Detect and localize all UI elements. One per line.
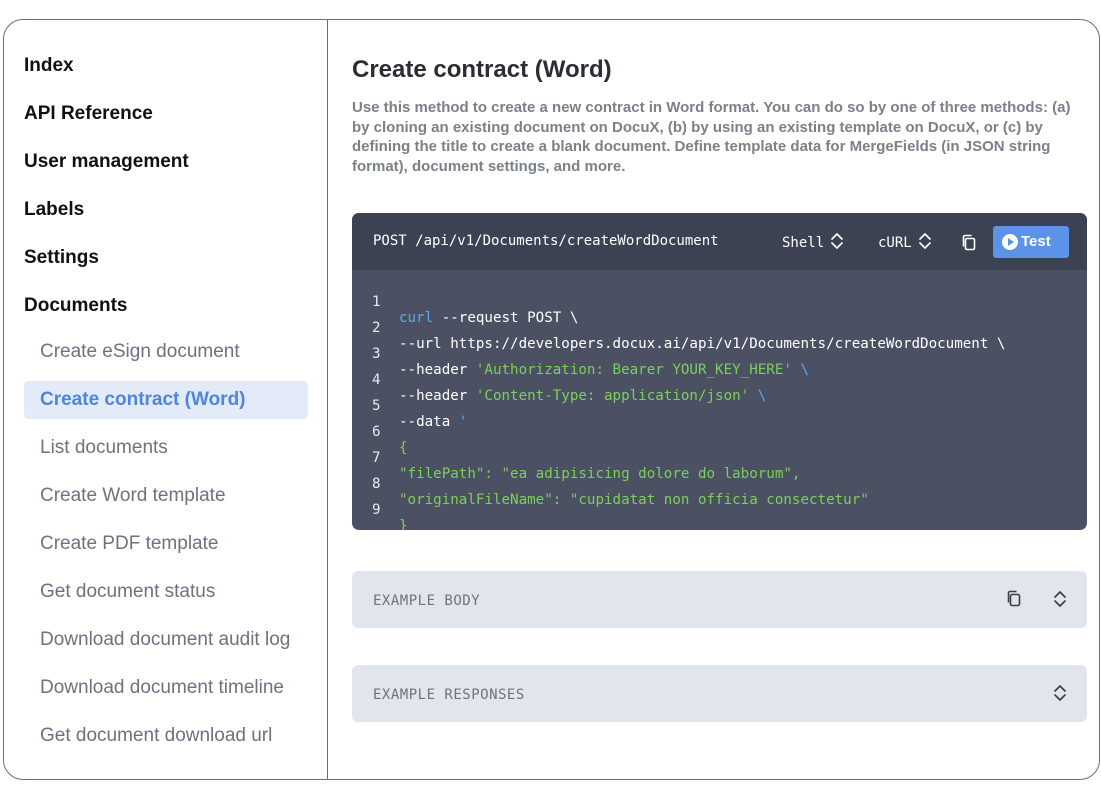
sidebar-item-create-pdf-template[interactable]: Create PDF template: [24, 525, 308, 563]
code-line: 7 "filePath": "ea adipisicing dolore do …: [352, 434, 800, 482]
main-content: Create contract (Word) Use this method t…: [352, 20, 1099, 779]
language-select[interactable]: Shell: [782, 232, 844, 254]
test-button[interactable]: Test: [993, 226, 1069, 258]
sidebar-item-labels[interactable]: Labels: [24, 199, 84, 221]
sidebar-item-get-document-download-url[interactable]: Get document download url: [24, 717, 308, 755]
client-select[interactable]: cURL: [878, 232, 932, 254]
code-line: 8 "originalFileName": "cupidatat non off…: [352, 460, 869, 508]
play-icon: [1002, 234, 1018, 250]
code-token: \: [791, 362, 810, 378]
page-title: Create contract (Word): [352, 56, 612, 83]
example-responses-label: EXAMPLE RESPONSES: [373, 687, 525, 703]
chevron-up-down-icon[interactable]: [1053, 684, 1067, 707]
code-line: 3 --header 'Authorization: Bearer YOUR_K…: [352, 330, 809, 378]
code-token: "filePath": "ea adipisicing dolore do la…: [399, 466, 801, 482]
code-token: --url https://developers.docux.ai/api/v1…: [399, 336, 1006, 352]
sidebar-item-user-management[interactable]: User management: [24, 151, 189, 173]
client-select-value: cURL: [878, 235, 912, 251]
sidebar-item-index[interactable]: Index: [24, 55, 74, 77]
code-token: "originalFileName": "cupidatat non offic…: [399, 492, 869, 508]
example-body-label: EXAMPLE BODY: [373, 593, 481, 609]
chevron-up-down-icon[interactable]: [1053, 590, 1067, 613]
test-button-label: Test: [1021, 233, 1051, 250]
language-select-value: Shell: [782, 235, 825, 251]
code-line: 4 --header 'Content-Type: application/js…: [352, 356, 766, 404]
code-token: --request POST \: [433, 310, 579, 326]
code-token: ': [458, 414, 468, 430]
code-token: 'Authorization: Bearer YOUR_KEY_HERE': [475, 362, 792, 378]
sidebar-item-settings[interactable]: Settings: [24, 247, 99, 269]
sidebar: Index API Reference User management Labe…: [4, 20, 328, 779]
page-description: Use this method to create a new contract…: [352, 99, 1071, 175]
code-line: 2 --url https://developers.docux.ai/api/…: [352, 304, 1005, 352]
code-token: 'Content-Type: application/json': [475, 388, 750, 404]
chevron-up-down-icon: [918, 232, 932, 254]
sidebar-item-download-document-audit-log[interactable]: Download document audit log: [24, 621, 308, 659]
code-line: 5 --data ': [352, 382, 467, 430]
sidebar-item-create-contract-word[interactable]: Create contract (Word): [24, 381, 308, 419]
code-sample-panel: POST /api/v1/Documents/createWordDocumen…: [352, 213, 1087, 530]
example-responses-accordion[interactable]: EXAMPLE RESPONSES: [352, 665, 1087, 722]
endpoint-label: POST /api/v1/Documents/createWordDocumen…: [373, 233, 719, 249]
code-token: \: [749, 388, 767, 404]
example-body-accordion[interactable]: EXAMPLE BODY: [352, 571, 1087, 628]
sidebar-item-create-esign-document[interactable]: Create eSign document: [24, 333, 308, 371]
code-line: 1 curl --request POST \: [352, 278, 578, 326]
code-sample-header: POST /api/v1/Documents/createWordDocumen…: [352, 213, 1087, 270]
sidebar-item-get-document-status[interactable]: Get document status: [24, 573, 308, 611]
code-line: 6 {: [352, 408, 437, 456]
code-line: 9 }: [352, 486, 437, 530]
copy-icon[interactable]: [961, 234, 977, 257]
sidebar-item-api-reference[interactable]: API Reference: [24, 103, 153, 125]
line-number: 9: [372, 502, 381, 518]
sidebar-item-create-word-template[interactable]: Create Word template: [24, 477, 308, 515]
chevron-up-down-icon: [830, 232, 844, 254]
sidebar-item-list-documents[interactable]: List documents: [24, 429, 308, 467]
copy-icon[interactable]: [1006, 590, 1022, 613]
sidebar-item-download-document-timeline[interactable]: Download document timeline: [24, 669, 308, 707]
app-window: Index API Reference User management Labe…: [3, 19, 1100, 780]
code-token: }: [399, 518, 408, 530]
sidebar-item-documents[interactable]: Documents: [24, 295, 127, 317]
